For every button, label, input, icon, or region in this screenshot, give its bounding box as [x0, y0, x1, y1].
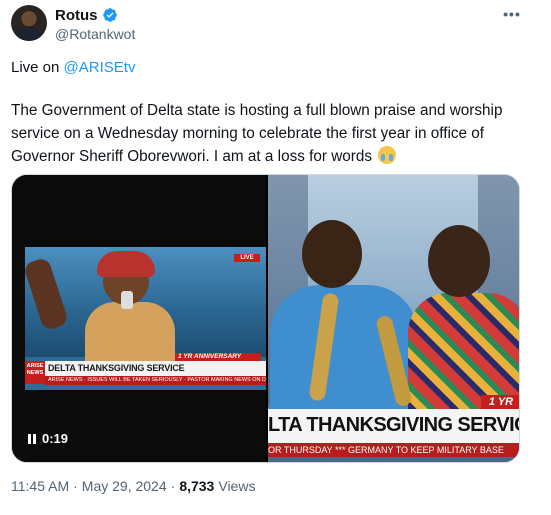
saxophonist-one-head [302, 220, 362, 288]
tv-singer-headwrap [97, 251, 155, 277]
tweet-date[interactable]: May 29, 2024 [82, 478, 167, 494]
tweet-time[interactable]: 11:45 AM [11, 478, 69, 494]
anniversary-corner-tag: 1 YR [481, 395, 519, 409]
media-grid: LIVE 1 YR ANNIVERSARY ARISE NEWS DELTA T… [11, 174, 520, 463]
video-left[interactable]: LIVE 1 YR ANNIVERSARY ARISE NEWS DELTA T… [12, 175, 266, 462]
tv-live-tag: LIVE [234, 254, 260, 262]
video-duration: 0:19 [42, 431, 69, 446]
news-banner-text: LTA THANKSGIVING SERVICE [268, 414, 520, 436]
crying-face-icon [378, 146, 397, 164]
tv-banner-text: DELTA THANKSGIVING SERVICE [48, 363, 185, 373]
tv-anniversary-tag: 1 YR ANNIVERSARY [175, 353, 261, 361]
views-count: 8,733 [179, 478, 215, 494]
tv-ticker: ARISE NEWS · ISSUES WILL BE TAKEN SERIOU… [45, 376, 266, 385]
tweet-body: The Government of Delta state is hosting… [11, 99, 531, 168]
tweet-meta: 11:45 AM · May 29, 2024 · 8,733 Views [11, 478, 255, 494]
tweet-line-live: Live on @ARISEtv [11, 58, 135, 78]
saxophonist-two-head [428, 225, 490, 297]
video-timer[interactable]: 0:19 [28, 431, 68, 446]
mention-link[interactable]: @ARISEtv [64, 59, 136, 76]
news-ticker: OR THURSDAY *** GERMANY TO KEEP MILITARY… [268, 443, 519, 457]
pause-icon[interactable] [28, 433, 36, 444]
tv-singer-body [85, 302, 175, 362]
tv-channel-logo: ARISE NEWS [25, 361, 45, 384]
microphone-icon [121, 291, 133, 309]
author-handle[interactable]: @Rotankwot [55, 26, 135, 42]
views-label: Views [218, 478, 256, 494]
tweet-text: The Government of Delta state is hosting… [11, 102, 503, 165]
more-options-icon[interactable]: ••• [503, 6, 521, 22]
meta-separator: · [170, 478, 176, 494]
avatar[interactable] [11, 5, 47, 41]
author-name-row[interactable]: Rotus [55, 6, 118, 24]
video-right[interactable]: 1 YR LTA THANKSGIVING SERVICE OR THURSDA… [268, 175, 520, 462]
verified-badge-icon [102, 8, 117, 22]
live-prefix: Live on [11, 59, 64, 76]
tweet: Rotus @Rotankwot ••• Live on @ARISEtv Th… [0, 0, 551, 515]
tv-screen: LIVE 1 YR ANNIVERSARY ARISE NEWS DELTA T… [25, 247, 266, 390]
meta-separator: · [73, 478, 78, 494]
author-name[interactable]: Rotus [55, 7, 98, 24]
